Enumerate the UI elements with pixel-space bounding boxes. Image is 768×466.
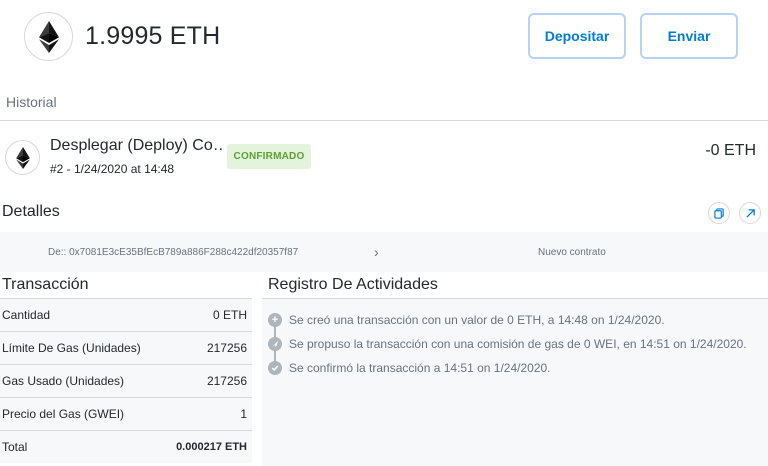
activity-text: Se confirmó la transacción a 14:51 on 1/… bbox=[289, 361, 551, 375]
ethereum-logo-icon bbox=[24, 12, 73, 61]
breakdown-label: Límite De Gas (Unidades) bbox=[2, 341, 141, 355]
breakdown-value: 217256 bbox=[206, 341, 247, 355]
transaction-list-item[interactable] bbox=[0, 121, 768, 196]
recipient-label: Nuevo contrato bbox=[538, 247, 606, 258]
breakdown-label: Total bbox=[2, 440, 28, 454]
activity-text: Se propuso la transacción con una comisi… bbox=[289, 337, 747, 351]
sender-address[interactable]: De:: 0x7081E3cE35BfEcB789a886F288c422df2… bbox=[48, 247, 298, 258]
activity-item: Se propuso la transacción con una comisi… bbox=[268, 336, 747, 352]
activity-log-title: Registro De Actividades bbox=[268, 276, 438, 293]
breakdown-label: Cantidad bbox=[2, 308, 51, 322]
send-button[interactable]: Enviar bbox=[640, 13, 738, 59]
transaction-breakdown-title: Transacción bbox=[2, 276, 89, 293]
status-badge: CONFIRMADO bbox=[227, 144, 311, 169]
external-link-icon[interactable] bbox=[739, 202, 761, 224]
activity-text: Se creó una transacción con un valor de … bbox=[289, 313, 665, 327]
copy-icon[interactable] bbox=[708, 202, 730, 224]
ethereum-token-icon bbox=[5, 140, 40, 175]
history-heading: Historial bbox=[6, 94, 57, 110]
breakdown-row-amount: Cantidad 0 ETH bbox=[0, 298, 252, 331]
breakdown-row-gas-price: Precio del Gas (GWEI) 1 bbox=[0, 397, 252, 430]
chevron-right-icon: › bbox=[374, 244, 379, 260]
transaction-breakdown: Cantidad 0 ETH Límite De Gas (Unidades) … bbox=[0, 298, 252, 463]
account-header: 1.9995 ETH Depositar Enviar bbox=[0, 0, 768, 80]
breakdown-row-gas-limit: Límite De Gas (Unidades) 217256 bbox=[0, 331, 252, 364]
deposit-button[interactable]: Depositar bbox=[528, 13, 626, 59]
breakdown-label: Precio del Gas (GWEI) bbox=[2, 407, 125, 421]
transaction-subtitle: #2 - 1/24/2020 at 14:48 bbox=[50, 162, 175, 176]
paper-plane-icon bbox=[268, 337, 282, 351]
breakdown-value: 1 bbox=[240, 407, 247, 421]
account-balance: 1.9995 ETH bbox=[85, 22, 221, 50]
activity-item: Se confirmó la transacción a 14:51 on 1/… bbox=[268, 360, 551, 376]
breakdown-row-total: Total 0.000217 ETH bbox=[0, 430, 252, 463]
breakdown-value: 0.000217 ETH bbox=[176, 441, 247, 453]
transaction-amount: -0 ETH bbox=[705, 142, 756, 159]
check-icon bbox=[268, 361, 282, 375]
breakdown-label: Gas Usado (Unidades) bbox=[2, 374, 125, 388]
plus-icon: + bbox=[268, 313, 282, 327]
transaction-title: Desplegar (Deploy) Co… bbox=[50, 137, 222, 154]
breakdown-value: 0 ETH bbox=[212, 308, 247, 322]
activity-item: + Se creó una transacción con un valor d… bbox=[268, 312, 665, 328]
details-heading: Detalles bbox=[2, 203, 60, 220]
breakdown-value: 217256 bbox=[206, 374, 247, 388]
breakdown-row-gas-used: Gas Usado (Unidades) 217256 bbox=[0, 364, 252, 397]
